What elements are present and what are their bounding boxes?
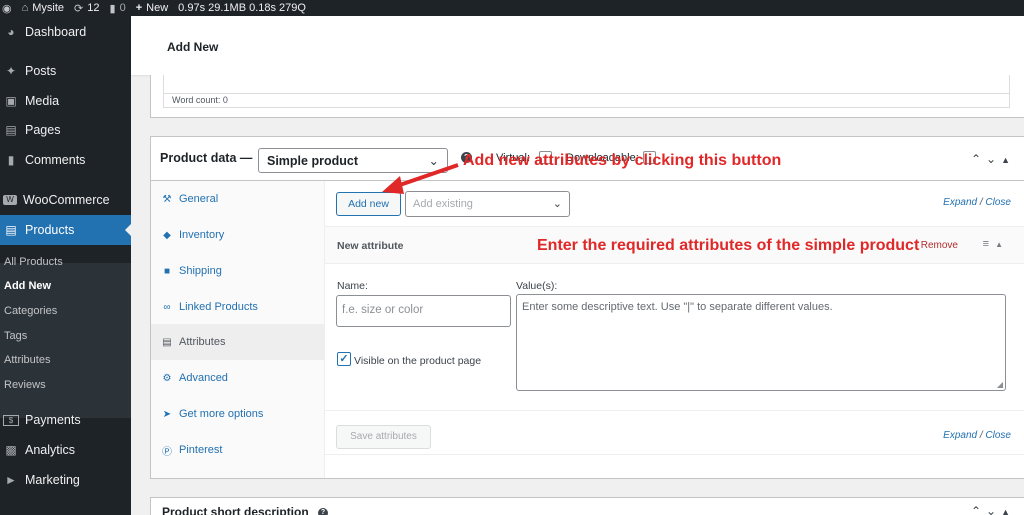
menu-analytics[interactable]: ▩ Analytics <box>0 435 131 465</box>
wrench-icon: ⚒ <box>162 193 172 205</box>
menu-products[interactable]: ▤ Products <box>0 215 132 245</box>
submenu-tags[interactable]: Tags <box>4 330 27 342</box>
save-attributes-button[interactable]: Save attributes <box>336 425 431 449</box>
divider <box>325 410 1024 411</box>
visible-on-product-page-checkbox[interactable]: ✓ <box>337 352 351 366</box>
megaphone-icon: ► <box>5 473 17 487</box>
product-data-panel: Product data — Simple product ⌄ ? Virtua… <box>150 136 1024 479</box>
pinterest-icon: Ⓟ <box>162 446 172 458</box>
name-label: Name: <box>337 280 368 292</box>
admin-bar: ◉ ⌂ Mysite ⟳ 12 ▮ 0 + New 0.97s 29.1MB 0… <box>0 0 1024 16</box>
admin-sidebar: ◕ Dashboard ✦ Posts ▣ Media ▤ Pages ▮ Co… <box>0 16 132 515</box>
analytics-icon: ▩ <box>5 443 17 457</box>
expand-close-top: Expand / Close <box>943 197 1011 208</box>
pin-icon: ✦ <box>5 64 17 78</box>
page-header: Add New <box>131 16 1024 75</box>
expand-close-bottom: Expand / Close <box>943 430 1011 441</box>
close-all-link-bottom[interactable]: Close <box>985 430 1011 441</box>
payments-icon: $ <box>3 414 19 426</box>
attribute-name-input[interactable]: f.e. size or color <box>336 295 511 327</box>
products-icon: ▤ <box>5 223 17 237</box>
toggle-panel-icon[interactable]: ▲ <box>1001 155 1015 165</box>
tab-shipping[interactable]: ■ Shipping <box>151 253 324 289</box>
submenu-categories[interactable]: Categories <box>4 305 57 317</box>
tab-pinterest[interactable]: Ⓟ Pinterest <box>151 432 324 468</box>
move-up-icon[interactable]: ⌃ <box>971 504 986 515</box>
expand-all-link[interactable]: Expand <box>943 197 977 208</box>
submenu-reviews[interactable]: Reviews <box>4 379 46 391</box>
word-count: Word count: 0 <box>164 93 1009 107</box>
toggle-panel-icon[interactable]: ▲ <box>1001 507 1015 515</box>
dashboard-icon: ◕ <box>7 25 15 39</box>
attributes-panel: Add new Add existing ⌄ Expand / Close Ne… <box>325 181 1024 478</box>
submenu-add-new[interactable]: Add New <box>4 280 51 292</box>
annotation-add-new-note: Add new attributes by clicking this butt… <box>463 152 782 169</box>
pages-icon: ▤ <box>5 123 17 137</box>
expand-all-link-bottom[interactable]: Expand <box>943 430 977 441</box>
gear-icon: ⚙ <box>162 372 172 384</box>
remove-attribute-link[interactable]: Remove <box>921 240 958 251</box>
annotation-attributes-note: Enter the required attributes of the sim… <box>537 237 920 254</box>
product-data-title: Product data — <box>160 151 253 165</box>
tab-attributes[interactable]: ▤ Attributes <box>151 324 324 360</box>
tab-advanced[interactable]: ⚙ Advanced <box>151 360 324 396</box>
products-submenu: All Products Add New Categories Tags Att… <box>0 256 131 418</box>
comments-icon: ▮ <box>7 153 15 167</box>
tab-linked-products[interactable]: ∞ Linked Products <box>151 289 324 325</box>
menu-dashboard[interactable]: ◕ Dashboard <box>0 17 131 47</box>
collapse-icon[interactable]: ▲ <box>995 240 1009 249</box>
page-title: Add New <box>167 40 219 54</box>
menu-marketing[interactable]: ► Marketing <box>0 465 131 495</box>
submenu-all-products[interactable]: All Products <box>4 256 63 268</box>
refresh-icon: ⟳ <box>74 2 84 15</box>
tab-get-more-options[interactable]: ➤ Get more options <box>151 396 324 432</box>
attribute-heading: New attribute <box>337 240 404 252</box>
truck-icon: ■ <box>163 265 171 277</box>
menu-media[interactable]: ▣ Media <box>0 86 131 116</box>
query-monitor-stats[interactable]: 0.97s 29.1MB 0.18s 279Q <box>178 2 306 14</box>
move-down-icon[interactable]: ⌄ <box>986 152 1001 166</box>
link-icon: ∞ <box>163 301 171 313</box>
comment-bubble-icon: ▮ <box>109 2 116 15</box>
drag-handle-icon[interactable]: ≡ <box>983 238 995 250</box>
values-label: Value(s): <box>516 280 558 292</box>
menu-comments[interactable]: ▮ Comments <box>0 145 131 175</box>
tag-icon: ◆ <box>163 229 171 241</box>
updates-link[interactable]: ⟳ 12 <box>74 2 99 15</box>
plus-icon: + <box>135 2 143 14</box>
menu-payments[interactable]: $ Payments <box>0 405 131 435</box>
content-editor-box: Word count: 0 <box>150 75 1024 118</box>
short-description-title: Product short description <box>162 505 309 515</box>
visible-on-product-page-label: Visible on the product page <box>354 355 482 367</box>
new-content-link[interactable]: + New <box>136 2 168 14</box>
wordpress-logo-icon[interactable]: ◉ <box>2 2 12 15</box>
attribute-values-textarea[interactable]: Enter some descriptive text. Use "|" to … <box>516 294 1006 391</box>
submenu-attributes[interactable]: Attributes <box>4 354 50 366</box>
panel-controls: ⌃⌄▲ <box>971 504 1015 515</box>
woo-icon: W <box>3 195 17 205</box>
tab-inventory[interactable]: ◆ Inventory <box>151 217 324 253</box>
divider <box>325 454 1024 455</box>
plugin-icon: ➤ <box>162 408 172 420</box>
close-all-link[interactable]: Close <box>985 197 1011 208</box>
media-icon: ▣ <box>5 94 17 108</box>
content-editor[interactable]: Word count: 0 <box>163 75 1010 108</box>
list-icon: ▤ <box>162 336 172 348</box>
resize-grip-icon[interactable]: ◢ <box>997 380 1003 389</box>
panel-controls: ⌃⌄▲ <box>971 152 1015 166</box>
home-icon: ⌂ <box>21 2 29 14</box>
site-name-link[interactable]: ⌂ Mysite <box>22 2 64 14</box>
product-short-description-panel: Product short description ? ⌃⌄▲ <box>150 497 1024 515</box>
menu-posts[interactable]: ✦ Posts <box>0 56 131 86</box>
menu-pages[interactable]: ▤ Pages <box>0 115 131 145</box>
chevron-down-icon: ⌄ <box>552 198 562 210</box>
menu-woocommerce[interactable]: W WooCommerce <box>0 185 131 215</box>
help-icon[interactable]: ? <box>318 508 328 515</box>
tab-general[interactable]: ⚒ General <box>151 181 324 217</box>
attribute-handles: ≡▲ <box>983 238 1009 250</box>
comments-link[interactable]: ▮ 0 <box>110 2 126 15</box>
product-data-tabs: ⚒ General ◆ Inventory ■ Shipping ∞ Linke… <box>151 181 325 478</box>
move-down-icon[interactable]: ⌄ <box>986 504 1001 515</box>
move-up-icon[interactable]: ⌃ <box>971 152 986 166</box>
